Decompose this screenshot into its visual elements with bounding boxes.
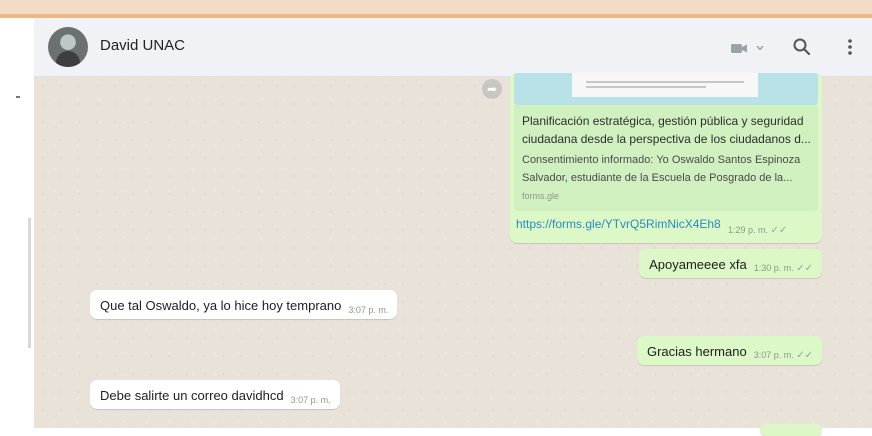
read-check-icon: ✓✓ <box>770 225 788 236</box>
pane-mark <box>16 96 20 98</box>
menu-dots-icon <box>848 39 852 55</box>
message-time: 3:07 p. m. <box>290 395 331 405</box>
link-preview-title: Planificación estratégica, gestión públi… <box>522 114 811 146</box>
message-time: 1:30 p. m. <box>753 263 794 273</box>
link-preview-card[interactable]: Planificación estratégica, gestión públi… <box>514 105 818 211</box>
chat-area[interactable]: ➦ Planificación estratégica, gestión púb… <box>34 73 872 436</box>
avatar-figure <box>56 51 80 67</box>
message-time: 3:07 p. m. <box>753 350 794 360</box>
video-call-button[interactable] <box>730 41 768 55</box>
search-icon <box>793 38 811 56</box>
contact-avatar[interactable] <box>48 27 88 67</box>
message-text: Que tal Oswaldo, ya lo hice hoy temprano <box>100 298 342 313</box>
menu-button[interactable] <box>846 37 854 57</box>
message-bubble[interactable]: Que tal Oswaldo, ya lo hice hoy temprano… <box>90 290 398 319</box>
message-bubble[interactable]: Apoyameeee xfa 1:30 p. m. ✓✓ <box>639 249 822 278</box>
link-preview-image[interactable] <box>514 73 818 105</box>
read-check-icon: ✓✓ <box>796 350 813 361</box>
chat-list-pane-edge <box>0 18 35 428</box>
message-bubble[interactable]: Gracias hermano 3:07 p. m. ✓✓ <box>636 336 822 365</box>
search-button[interactable] <box>792 37 812 57</box>
message-meta: 3:07 p. m. ✓✓ <box>754 350 813 361</box>
contact-name[interactable]: David UNAC <box>100 37 185 54</box>
message-text: Gracias hermano <box>646 344 747 359</box>
message-meta: 1:30 p. m. ✓✓ <box>754 263 813 274</box>
message-time: 1:29 p. m. <box>728 225 769 235</box>
pane-scrollbar[interactable] <box>28 218 31 348</box>
message-bubble[interactable]: Debe salirte un correo davidhcd 3:07 p. … <box>90 380 340 409</box>
message-text: Debe salirte un correo davidhcd <box>100 388 284 403</box>
read-check-icon: ✓✓ <box>796 263 813 274</box>
message-bubble-partial[interactable] <box>760 424 822 436</box>
preview-document <box>572 73 758 97</box>
forward-icon[interactable]: ➦ <box>482 79 502 99</box>
chevron-down-icon <box>756 45 764 51</box>
chat-header: David UNAC <box>34 18 872 77</box>
message-text: Apoyameeee xfa <box>649 257 747 272</box>
link-preview-domain: forms.gle <box>522 191 560 201</box>
video-camera-icon <box>731 44 764 53</box>
link-preview-description: Consentimiento informado: Yo Oswaldo San… <box>522 154 801 184</box>
message-meta: 1:29 p. m. ✓✓ <box>728 225 787 236</box>
message-link-bubble[interactable]: Planificación estratégica, gestión públi… <box>510 73 822 243</box>
message-link[interactable]: https://forms.gle/YTvrQ5RimNicX4Eh8 <box>516 217 721 231</box>
message-time: 3:07 p. m. <box>348 305 389 315</box>
